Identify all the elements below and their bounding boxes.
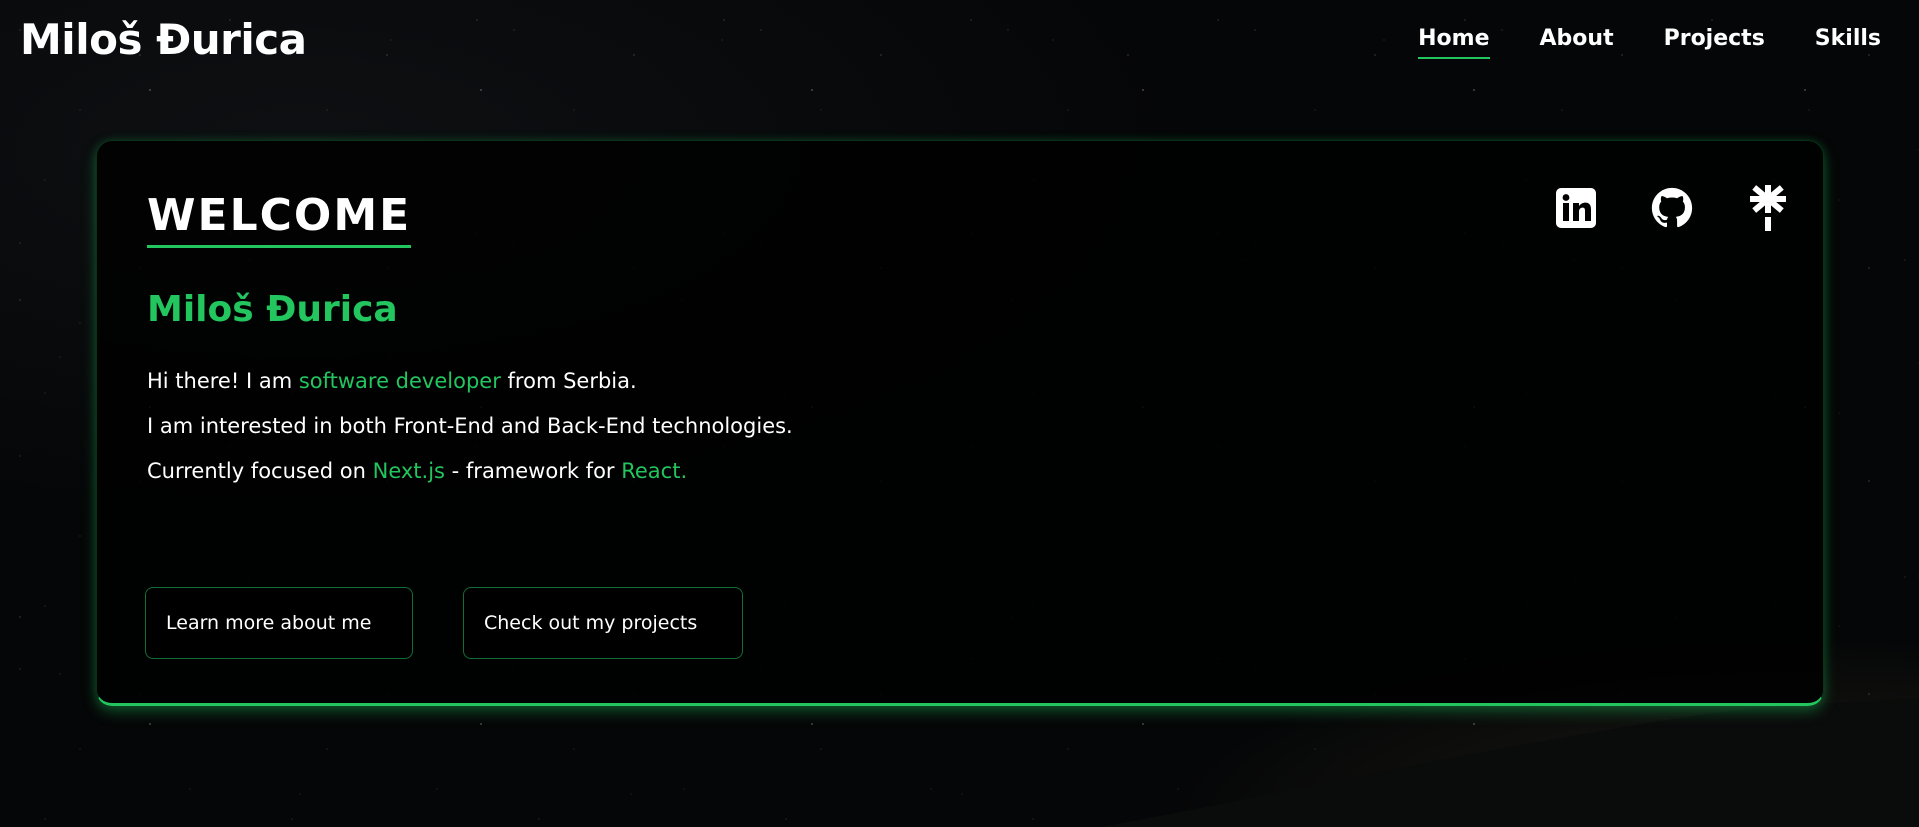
intro-line-3-prefix: Currently focused on xyxy=(147,459,373,483)
linktree-icon-svg xyxy=(1750,185,1786,231)
welcome-heading: WELCOME xyxy=(147,189,412,248)
intro-line-3-middle: - framework for xyxy=(444,459,622,483)
nav-about-link[interactable]: About xyxy=(1540,22,1614,56)
intro-line-1-suffix: from Serbia. xyxy=(500,369,637,393)
nav-projects-link[interactable]: Projects xyxy=(1664,22,1765,56)
intro-line-2: I am interested in both Front-End and Ba… xyxy=(147,414,793,438)
projects-button[interactable]: Check out my projects xyxy=(463,587,743,659)
intro-line-1: Hi there! I am software developer from S… xyxy=(147,359,793,404)
linktree-icon[interactable] xyxy=(1747,185,1789,231)
intro-line-3: Currently focused on Next.js - framework… xyxy=(147,449,793,494)
learn-more-button[interactable]: Learn more about me xyxy=(145,587,413,659)
intro-line-1-prefix: Hi there! I am xyxy=(147,369,299,393)
nav-home-link[interactable]: Home xyxy=(1418,22,1490,59)
social-links xyxy=(1555,185,1789,231)
site-header: Miloš Đurica Home About Projects Skills xyxy=(0,0,1919,80)
brand-logo[interactable]: Miloš Đurica xyxy=(20,12,307,68)
linkedin-icon-svg xyxy=(1556,188,1596,228)
main-nav: Home About Projects Skills xyxy=(1418,22,1881,59)
nav-skills-link[interactable]: Skills xyxy=(1815,22,1881,56)
intro-text: Hi there! I am software developer from S… xyxy=(147,359,793,494)
intro-highlight-role: software developer xyxy=(298,369,501,393)
hero-name: Miloš Đurica xyxy=(147,289,398,330)
github-icon-svg xyxy=(1651,187,1693,228)
github-icon[interactable] xyxy=(1651,187,1693,229)
intro-highlight-react: React. xyxy=(621,459,688,483)
intro-highlight-nextjs: Next.js xyxy=(372,459,445,483)
hero-card: WELCOME Miloš Đurica Hi there! I am soft… xyxy=(96,140,1824,706)
linkedin-icon[interactable] xyxy=(1555,187,1597,229)
